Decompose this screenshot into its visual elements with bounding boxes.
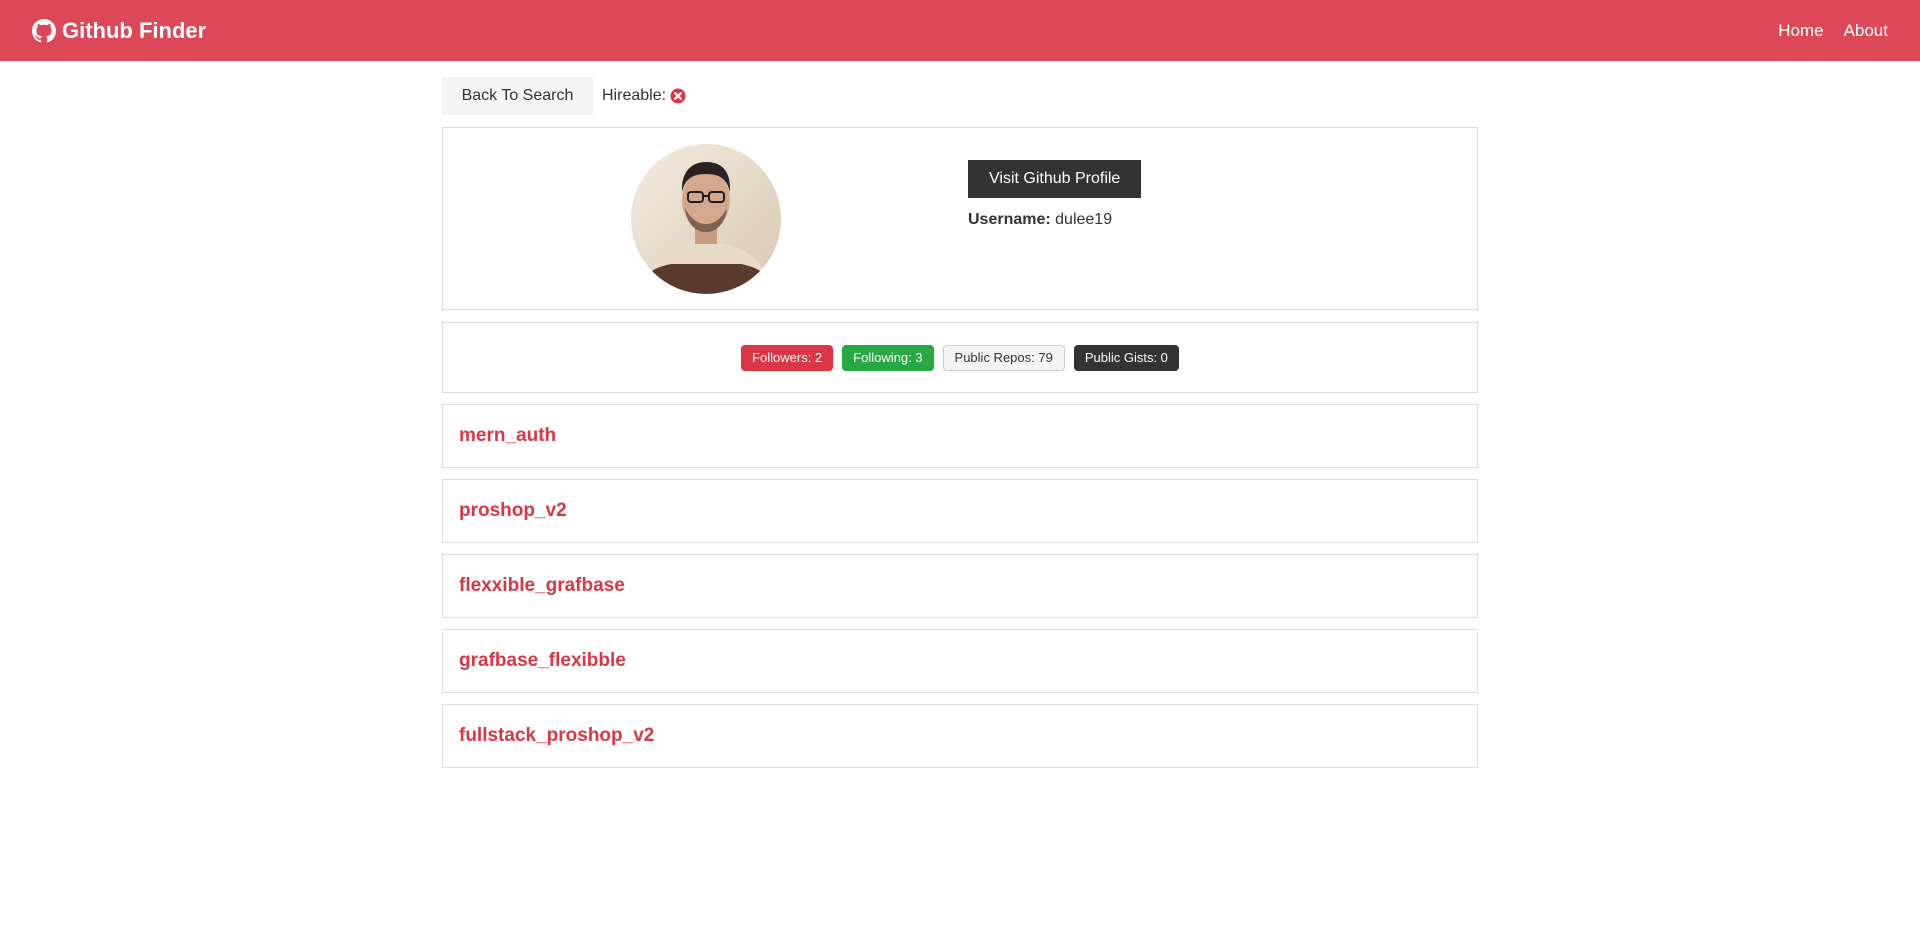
repo-item: flexxible_grafbase: [442, 554, 1478, 618]
stats-card: Followers: 2 Following: 3 Public Repos: …: [442, 322, 1478, 393]
repo-item: proshop_v2: [442, 479, 1478, 543]
repo-link[interactable]: proshop_v2: [459, 500, 567, 522]
avatar: [631, 144, 781, 294]
public-repos-badge: Public Repos: 79: [942, 344, 1065, 371]
back-to-search-button[interactable]: Back To Search: [442, 77, 593, 115]
brand-title: Github Finder: [62, 17, 207, 43]
profile-card: Visit Github Profile Username: dulee19: [442, 127, 1478, 310]
nav-links: Home About: [1778, 21, 1888, 41]
brand[interactable]: Github Finder: [32, 18, 206, 44]
followers-badge: Followers: 2: [741, 344, 834, 371]
repo-item: mern_auth: [442, 404, 1478, 468]
top-actions: Back To Search Hireable:: [442, 77, 1478, 115]
repo-link[interactable]: grafbase_flexibble: [459, 650, 626, 672]
times-circle-icon: [670, 88, 686, 104]
hireable-label: Hireable:: [602, 87, 667, 104]
repo-link[interactable]: fullstack_proshop_v2: [459, 725, 654, 747]
repo-item: grafbase_flexibble: [442, 629, 1478, 693]
avatar-image: [631, 144, 781, 294]
repo-link[interactable]: mern_auth: [459, 425, 556, 447]
repo-link[interactable]: flexxible_grafbase: [459, 575, 625, 597]
github-icon: [32, 18, 56, 42]
public-gists-badge: Public Gists: 0: [1073, 344, 1179, 371]
visit-github-profile-button[interactable]: Visit Github Profile: [968, 160, 1142, 198]
repo-item: fullstack_proshop_v2: [442, 704, 1478, 768]
main-container: Back To Search Hireable: Visit Github Pr…: [442, 77, 1478, 768]
username-line: Username: dulee19: [968, 211, 1141, 229]
username-label: Username:: [968, 211, 1051, 228]
nav-link-home[interactable]: Home: [1778, 21, 1823, 41]
nav-link-about[interactable]: About: [1844, 21, 1888, 41]
profile-info: Visit Github Profile Username: dulee19: [968, 160, 1142, 229]
username-value: dulee19: [1055, 211, 1113, 228]
navbar: Github Finder Home About: [0, 0, 1920, 61]
hireable-status: Hireable:: [602, 87, 686, 105]
following-badge: Following: 3: [842, 344, 934, 371]
